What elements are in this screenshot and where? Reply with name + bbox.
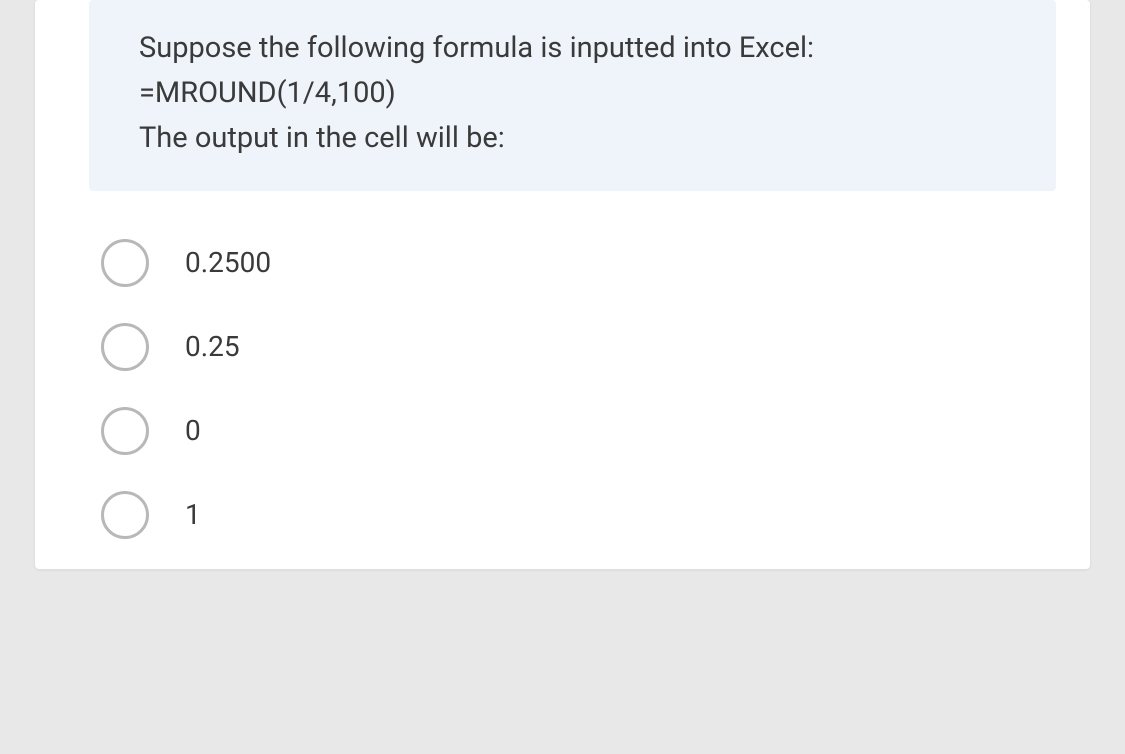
question-text: Suppose the following formula is inputte…	[139, 26, 1006, 161]
option-3[interactable]: 0	[101, 407, 1090, 455]
option-label: 0.2500	[185, 246, 271, 279]
radio-icon	[101, 323, 149, 371]
option-label: 0	[185, 414, 201, 447]
radio-icon	[101, 407, 149, 455]
radio-icon	[101, 239, 149, 287]
question-card: Suppose the following formula is inputte…	[35, 0, 1090, 569]
option-4[interactable]: 1	[101, 491, 1090, 539]
question-line-2: =MROUND(1/4,100)	[139, 76, 396, 110]
question-box: Suppose the following formula is inputte…	[89, 0, 1056, 191]
option-label: 0.25	[185, 330, 240, 363]
option-2[interactable]: 0.25	[101, 323, 1090, 371]
question-line-3: The output in the cell will be:	[139, 121, 505, 155]
options-list: 0.2500 0.25 0 1	[101, 239, 1090, 539]
radio-icon	[101, 491, 149, 539]
option-1[interactable]: 0.2500	[101, 239, 1090, 287]
question-line-1: Suppose the following formula is inputte…	[139, 31, 814, 65]
option-label: 1	[185, 498, 201, 531]
